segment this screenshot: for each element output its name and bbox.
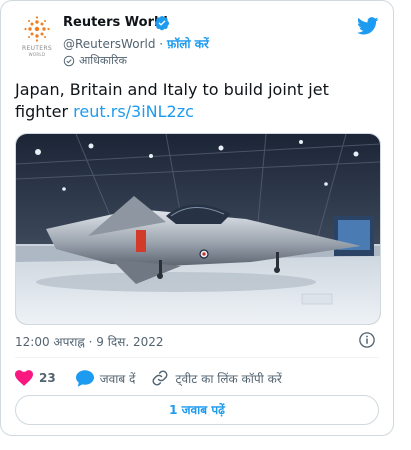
official-label: आधिकारिक [63,53,127,68]
handle-separator: · [159,37,164,51]
twitter-bird-icon[interactable] [357,17,379,35]
link-icon [152,370,168,386]
tweet-image[interactable] [15,133,381,325]
like-button[interactable]: 23 [15,370,56,386]
read-replies-button[interactable]: 1 जवाब पढ़ें [15,395,379,425]
divider [15,357,379,358]
official-check-icon [63,55,75,66]
logo-subtext: WORLD [28,52,46,57]
tweet-link[interactable]: reut.rs/3iNL2zc [73,102,194,121]
account-name[interactable]: Reuters World [63,15,168,30]
copy-link-label: ट्वीट का लिंक कॉपी करें [175,371,282,386]
handle-line: @ReutersWorld · फ़ॉलो करें [63,35,209,52]
reply-label: जवाब दें [99,371,136,386]
info-icon[interactable] [358,331,376,349]
reuters-avatar[interactable]: REUTERS WORLD [15,15,59,59]
like-count: 23 [39,371,56,385]
copy-link-button[interactable]: ट्वीट का लिंक कॉपी करें [151,369,282,387]
follow-button[interactable]: फ़ॉलो करें [167,37,209,51]
tweet-text: Japan, Britain and Italy to build joint … [15,79,375,123]
reply-bubble-icon [75,369,94,387]
reply-button[interactable]: जवाब दें [75,369,136,387]
reuters-logo-icon [24,16,50,42]
verified-badge-icon [155,16,169,31]
jet-fighter-photo [16,134,380,324]
heart-icon [15,370,33,386]
official-text: आधिकारिक [79,54,127,67]
account-handle[interactable]: @ReutersWorld [63,37,155,51]
tweet-card: REUTERS WORLD Reuters World @ReutersWorl… [0,0,394,436]
tweet-timestamp[interactable]: 12:00 अपराह्न · 9 दिस. 2022 [15,333,164,350]
logo-wordmark: REUTERS [22,45,52,52]
action-bar: 23 जवाब दें ट्वीट का लिंक कॉपी करें [15,367,282,389]
